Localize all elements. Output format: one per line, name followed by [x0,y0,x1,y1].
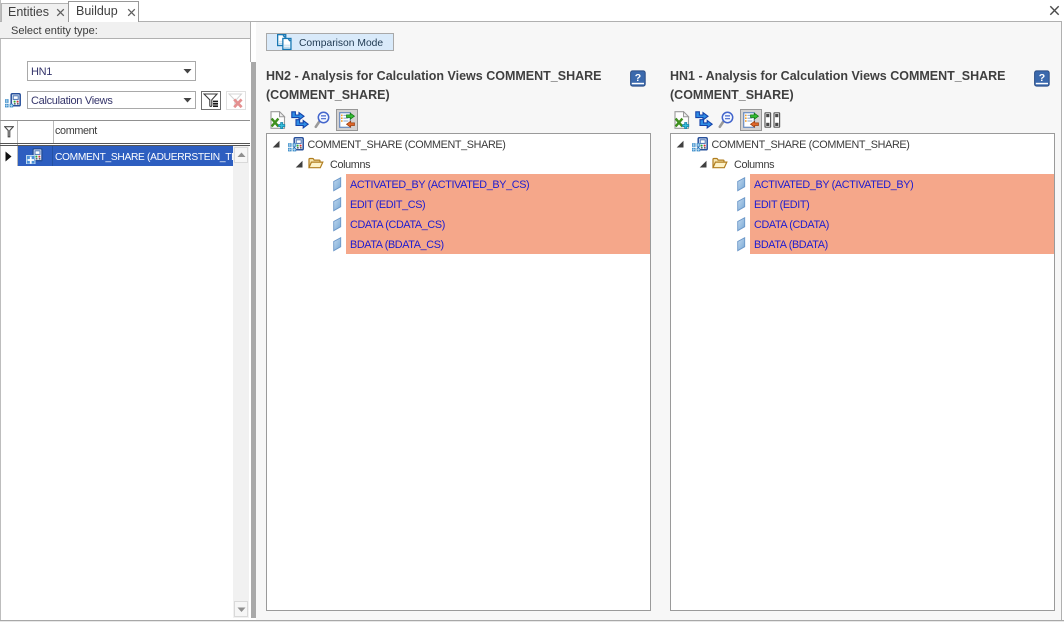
svg-text:?: ? [1039,72,1045,84]
svg-text:?: ? [635,72,641,84]
